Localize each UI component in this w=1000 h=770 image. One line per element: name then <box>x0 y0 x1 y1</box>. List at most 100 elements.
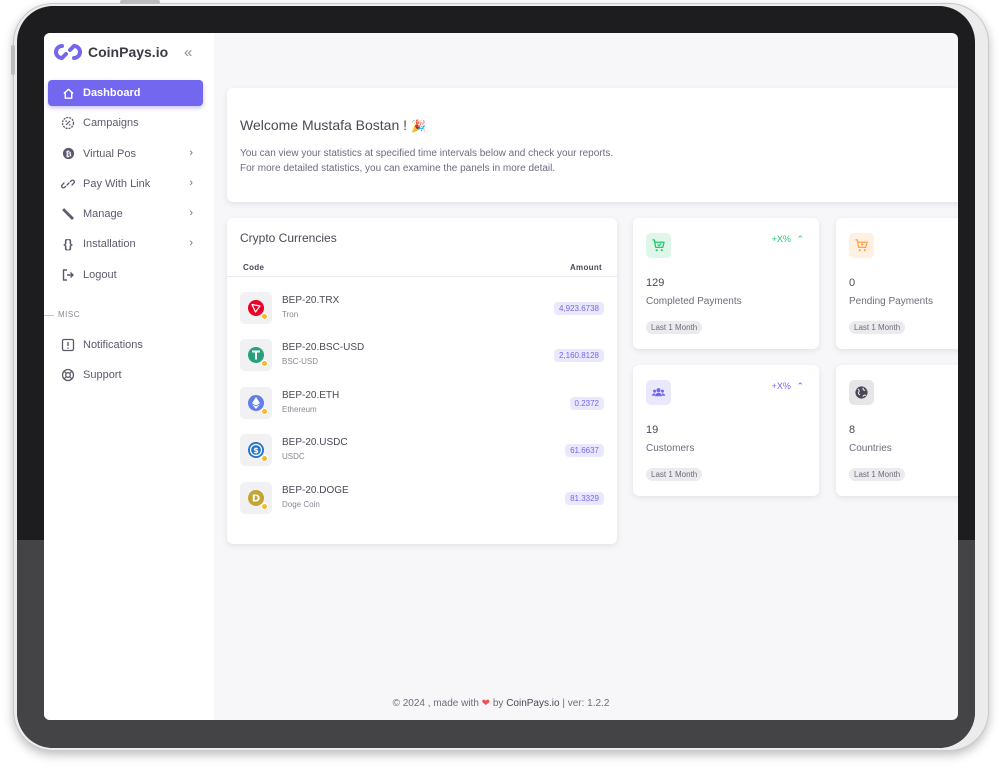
link-icon <box>60 176 76 192</box>
globe-icon <box>849 380 874 405</box>
bnb-chain-badge-icon <box>261 455 268 462</box>
sidebar-misc-menu: Notifications Support <box>48 332 203 393</box>
party-popper-icon: 🎉 <box>410 119 426 133</box>
welcome-description-line-1: You can view your statistics at specifie… <box>240 148 614 159</box>
volume-button <box>11 45 15 75</box>
footer-copyright: © 2024 , made with <box>392 698 479 709</box>
section-label-misc: MISC <box>58 310 80 319</box>
cart-check-icon <box>646 233 671 258</box>
stat-value: 8 <box>849 424 856 436</box>
badge-discount-icon <box>60 115 76 131</box>
coin-code: BEP-20.BSC-USD <box>282 342 365 353</box>
coin-code: BEP-20.DOGE <box>282 485 349 496</box>
sidebar-item-support[interactable]: Support <box>48 362 203 388</box>
brand-name: CoinPays.io <box>88 44 169 60</box>
sidebar-item-virtual-pos[interactable]: ₿ Virtual Pos › <box>48 141 203 167</box>
trend-value: +X% <box>771 381 791 391</box>
section-divider <box>44 315 54 316</box>
welcome-card: Welcome Mustafa Bostan ! 🎉 You can view … <box>227 88 958 202</box>
sidebar-item-label: Dashboard <box>83 87 141 99</box>
footer: © 2024 , made with ❤ by CoinPays.io | ve… <box>44 698 958 709</box>
sidebar-item-label: Support <box>83 369 122 382</box>
table-row[interactable]: BEP-20.BSC-USD BSC-USD 2,160.8128 <box>240 339 604 373</box>
coin-name: USDC <box>282 452 305 461</box>
stat-label: Completed Payments <box>646 296 742 307</box>
bnb-chain-badge-icon <box>261 313 268 320</box>
coin-amount-badge: 0.2372 <box>569 397 604 410</box>
trend-indicator: +X% ⌃ <box>772 381 804 392</box>
table-row[interactable]: $ BEP-20.USDC USDC 61.6637 <box>240 434 604 468</box>
cart-clock-icon <box>849 233 874 258</box>
users-icon <box>646 380 671 405</box>
stat-card-countries[interactable]: 8 Countries Last 1 Month <box>836 365 958 496</box>
coin-name: BSC-USD <box>282 357 319 366</box>
welcome-title-text: Welcome Mustafa Bostan ! <box>240 117 408 133</box>
footer-brand-link[interactable]: CoinPays.io <box>506 698 559 709</box>
sidebar-item-campaigns[interactable]: Campaigns <box>48 110 203 136</box>
column-header-amount: Amount <box>569 263 602 272</box>
table-header-divider <box>227 276 617 277</box>
sidebar-menu: Dashboard Campaigns ₿ Virtual Pos › Pay <box>48 80 203 292</box>
crypto-currencies-title: Crypto Currencies <box>240 231 337 245</box>
trend-value: +X% <box>771 234 791 244</box>
double-chevron-left-icon[interactable]: « <box>184 44 192 61</box>
coin-amount-badge: 61.6637 <box>565 444 604 457</box>
heart-icon: ❤ <box>481 698 491 709</box>
stat-card-customers[interactable]: +X% ⌃ 19 Customers Last 1 Month <box>633 365 819 496</box>
sidebar-item-installation[interactable]: {} Installation › <box>48 231 203 257</box>
sidebar-item-label: Manage <box>83 208 123 221</box>
power-button <box>120 0 160 4</box>
footer-by: by <box>492 698 504 709</box>
bnb-chain-badge-icon <box>261 408 268 415</box>
coin-code: BEP-20.ETH <box>282 390 340 401</box>
coin-amount-badge: 4,923.6738 <box>553 302 604 315</box>
stat-label: Customers <box>646 443 695 454</box>
logout-icon <box>60 267 76 283</box>
welcome-description-line-2: For more detailed statistics, you can ex… <box>240 163 556 174</box>
coin-amount-badge: 2,160.8128 <box>553 349 604 362</box>
stat-card-completed-payments[interactable]: +X% ⌃ 129 Completed Payments Last 1 Mont… <box>633 218 819 349</box>
chevron-right-icon: › <box>189 176 193 189</box>
coin-code: BEP-20.USDC <box>282 437 348 448</box>
stat-value: 129 <box>646 277 665 289</box>
trend-indicator: +X% ⌃ <box>772 234 804 245</box>
sidebar-item-logout[interactable]: Logout <box>48 262 203 288</box>
brand[interactable]: CoinPays.io <box>53 42 168 62</box>
tether-icon <box>240 339 272 371</box>
stat-label: Pending Payments <box>849 296 933 307</box>
period-badge: Last 1 Month <box>849 321 906 334</box>
chevron-up-icon: ⌃ <box>796 234 804 244</box>
svg-text:₿: ₿ <box>65 149 71 158</box>
tools-icon <box>60 206 76 222</box>
sidebar-item-notifications[interactable]: Notifications <box>48 332 203 358</box>
bnb-chain-badge-icon <box>261 360 268 367</box>
stat-card-pending-payments[interactable]: 0 Pending Payments Last 1 Month <box>836 218 958 349</box>
table-row[interactable]: D BEP-20.DOGE Doge Coin 81.3329 <box>240 482 604 516</box>
table-row[interactable]: BEP-20.ETH Ethereum 0.2372 <box>240 387 604 421</box>
bitcoin-icon: ₿ <box>60 146 76 162</box>
sidebar-item-label: Virtual Pos <box>83 147 136 160</box>
chevron-up-icon: ⌃ <box>796 381 804 391</box>
ethereum-icon <box>240 387 272 419</box>
crypto-currencies-card: Crypto Currencies Code Amount BEP-20.TRX… <box>227 218 617 544</box>
sidebar: CoinPays.io « Dashboard Campaigns ₿ Virt <box>44 33 214 720</box>
sidebar-item-pay-with-link[interactable]: Pay With Link › <box>48 171 203 197</box>
coin-code: BEP-20.TRX <box>282 295 340 306</box>
chevron-right-icon: › <box>189 207 193 220</box>
welcome-title: Welcome Mustafa Bostan ! 🎉 <box>240 117 426 133</box>
dogecoin-icon: D <box>240 482 272 514</box>
home-icon <box>60 85 76 101</box>
sidebar-item-manage[interactable]: Manage › <box>48 201 203 227</box>
sidebar-item-label: Campaigns <box>83 117 139 130</box>
table-row[interactable]: BEP-20.TRX Tron 4,923.6738 <box>240 292 604 326</box>
alert-square-icon <box>60 337 76 353</box>
lifebuoy-icon <box>60 367 76 383</box>
sidebar-item-label: Logout <box>83 268 117 281</box>
svg-text:$: $ <box>253 446 259 455</box>
period-badge: Last 1 Month <box>646 468 703 481</box>
sidebar-item-dashboard[interactable]: Dashboard <box>48 80 203 106</box>
period-badge: Last 1 Month <box>849 468 906 481</box>
sidebar-item-label: Installation <box>83 238 136 251</box>
bnb-chain-badge-icon <box>261 503 268 510</box>
sidebar-item-label: Notifications <box>83 339 143 351</box>
